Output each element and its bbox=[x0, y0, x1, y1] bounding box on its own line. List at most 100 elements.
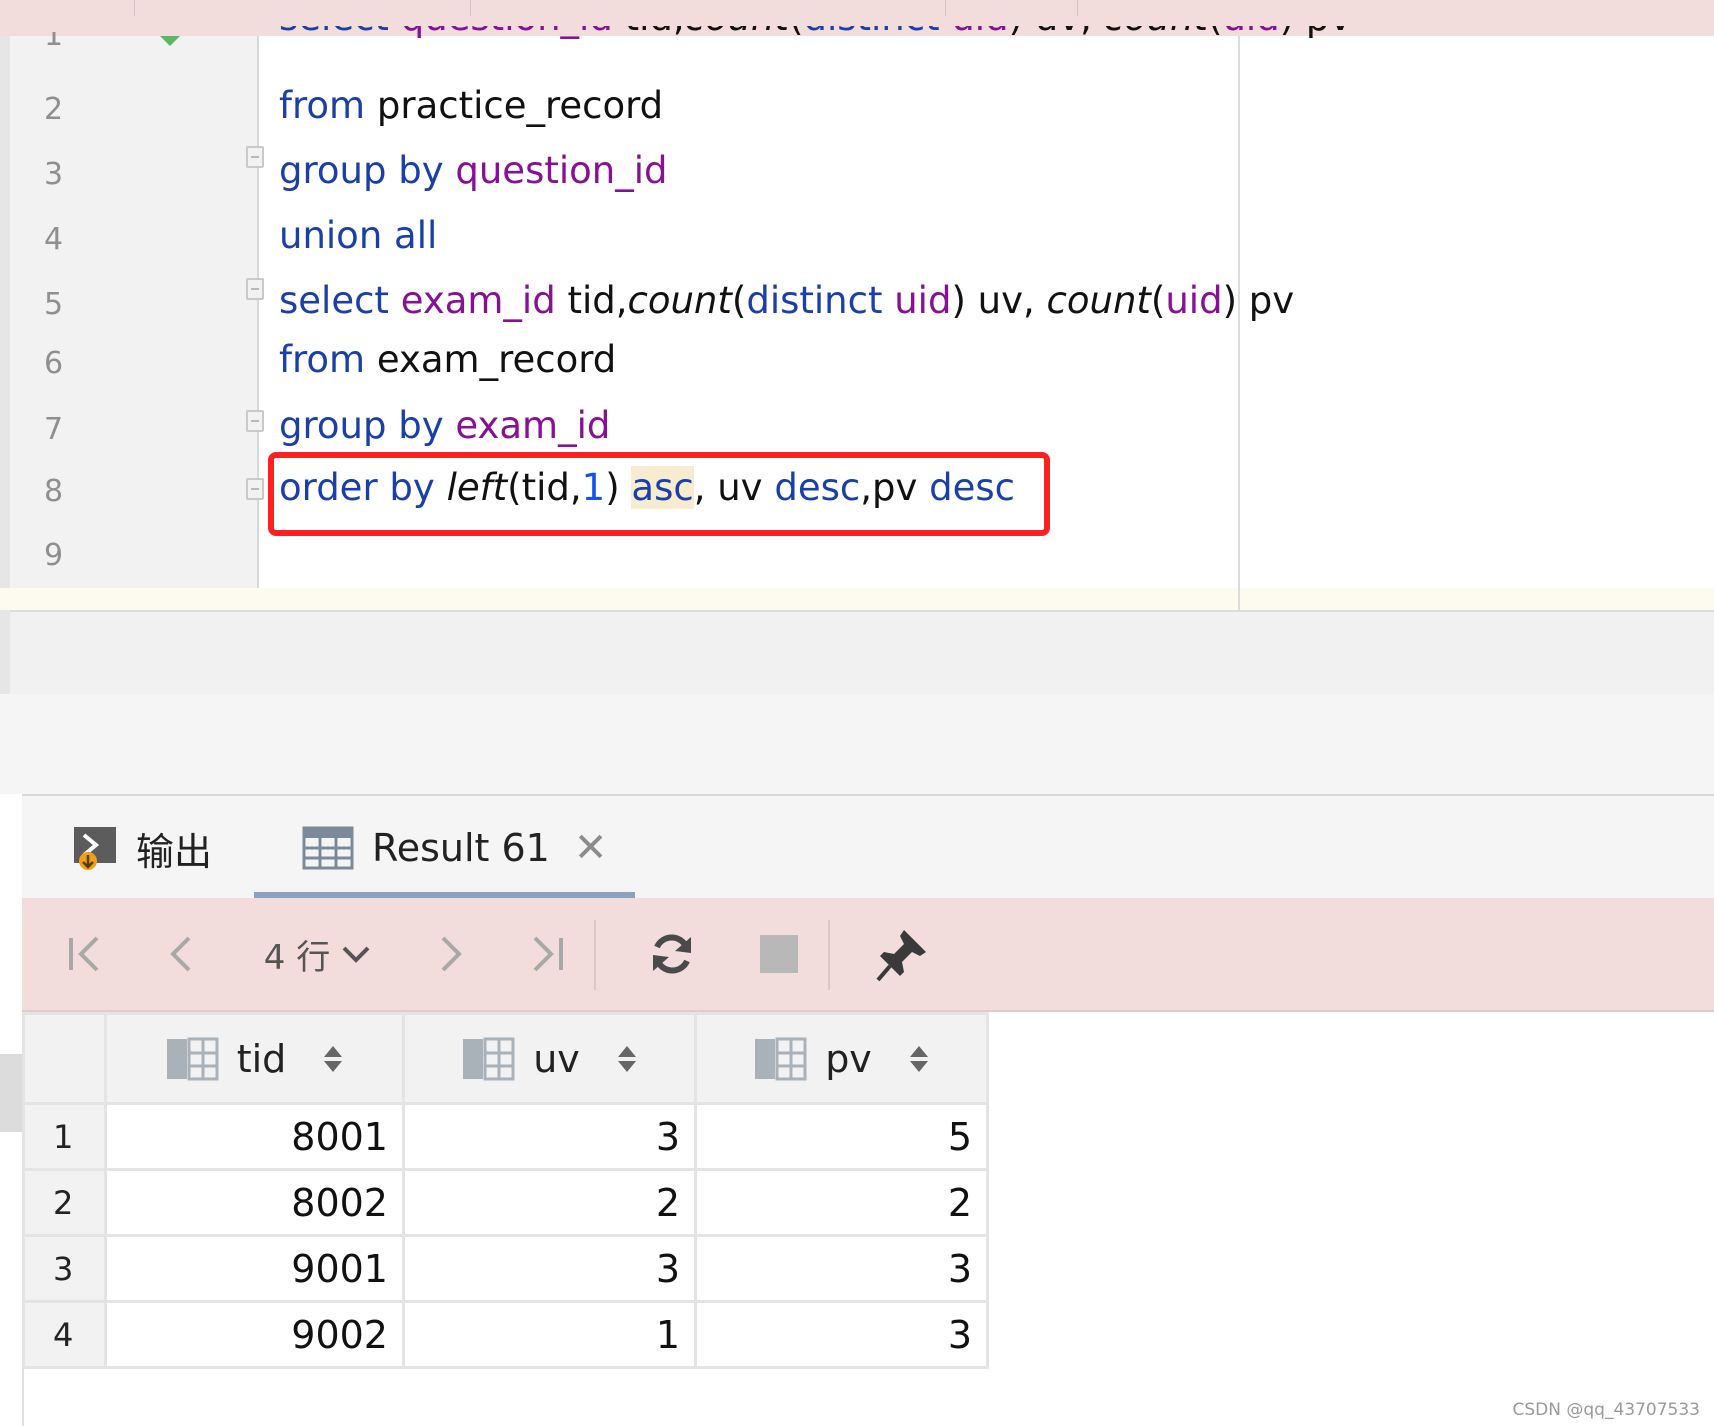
fold-marker-icon[interactable] bbox=[246, 278, 264, 300]
table-grid-icon bbox=[302, 826, 354, 870]
code-token: exam_record bbox=[376, 338, 617, 381]
code-token: question_id bbox=[455, 149, 668, 192]
cell-pv[interactable]: 3 bbox=[694, 1300, 989, 1369]
tab-result-61[interactable]: Result 61 ✕ bbox=[302, 796, 607, 900]
toolbar-separator bbox=[828, 920, 830, 990]
stop-button[interactable] bbox=[744, 898, 814, 1010]
stop-icon bbox=[760, 935, 798, 973]
code-token: tid, bbox=[555, 279, 628, 322]
code-token: union all bbox=[279, 214, 438, 257]
close-icon[interactable]: ✕ bbox=[574, 825, 608, 871]
first-page-icon bbox=[69, 936, 99, 972]
code-line[interactable]: from exam_record bbox=[279, 338, 616, 381]
rows-dropdown[interactable]: 4 行 bbox=[248, 898, 388, 1010]
column-header-uv[interactable]: uv bbox=[402, 1012, 697, 1105]
cell-uv[interactable]: 2 bbox=[402, 1168, 697, 1237]
line-number: 7 bbox=[44, 412, 64, 447]
fold-marker-icon[interactable] bbox=[246, 478, 264, 500]
code-line[interactable]: select exam_id tid,count(distinct uid) u… bbox=[279, 279, 1294, 322]
prev-page-button[interactable] bbox=[148, 898, 218, 1010]
code-line[interactable]: group by question_id bbox=[279, 149, 668, 192]
row-number: 4 bbox=[22, 1300, 107, 1369]
code-token: from bbox=[279, 338, 377, 381]
code-token: exam_id bbox=[455, 404, 611, 447]
fold-marker-icon[interactable] bbox=[246, 146, 264, 168]
code-token: distinct bbox=[746, 279, 895, 322]
code-token: from bbox=[279, 84, 377, 127]
cell-tid[interactable]: 9001 bbox=[104, 1234, 405, 1303]
output-console-icon bbox=[74, 827, 116, 870]
table-row[interactable]: 3 9001 3 3 bbox=[22, 1234, 989, 1303]
fold-marker-icon[interactable] bbox=[246, 410, 264, 432]
cell-tid[interactable]: 9002 bbox=[104, 1300, 405, 1369]
tab-output-label: 输出 bbox=[136, 829, 213, 874]
code-token: exam_id bbox=[400, 279, 556, 322]
tab-output[interactable]: 输出 bbox=[72, 796, 212, 900]
tab-result-label: Result 61 bbox=[372, 826, 550, 870]
line-number: 3 bbox=[44, 157, 64, 192]
code-token: select bbox=[279, 279, 401, 322]
sort-icon[interactable] bbox=[324, 1045, 343, 1072]
last-page-icon bbox=[533, 936, 563, 972]
rows-count-label: 4 行 bbox=[263, 937, 331, 978]
column-icon bbox=[755, 1037, 807, 1080]
next-page-icon bbox=[441, 936, 462, 972]
row-number: 2 bbox=[22, 1168, 107, 1237]
sort-icon[interactable] bbox=[909, 1045, 928, 1072]
cell-uv[interactable]: 3 bbox=[402, 1102, 697, 1171]
refresh-button[interactable] bbox=[634, 898, 710, 1010]
results-toolbar: 4 行 bbox=[22, 898, 1714, 1012]
cell-uv[interactable]: 1 bbox=[402, 1300, 697, 1369]
column-icon bbox=[166, 1037, 219, 1080]
run-marker-icon[interactable] bbox=[160, 36, 180, 46]
cell-uv[interactable]: 3 bbox=[402, 1234, 697, 1303]
code-token: ) pv bbox=[1222, 279, 1295, 322]
next-page-button[interactable] bbox=[414, 898, 484, 1010]
pin-icon bbox=[876, 930, 926, 982]
code-token: group by bbox=[279, 149, 456, 192]
row-number: 1 bbox=[22, 1102, 107, 1171]
line-number: 8 bbox=[44, 474, 64, 509]
column-header-pv[interactable]: pv bbox=[694, 1012, 989, 1105]
last-page-button[interactable] bbox=[512, 898, 582, 1010]
code-token: uid bbox=[1165, 279, 1223, 322]
cell-tid[interactable]: 8002 bbox=[104, 1168, 405, 1237]
line-number: 4 bbox=[44, 222, 64, 257]
panel-left-edge bbox=[0, 794, 24, 1426]
line-number: 6 bbox=[44, 346, 64, 381]
line-number: 2 bbox=[44, 92, 64, 127]
code-token: practice_record bbox=[376, 84, 664, 127]
table-row[interactable]: 4 9002 1 3 bbox=[22, 1300, 989, 1369]
column-header-label: tid bbox=[236, 1036, 287, 1081]
column-header-tid[interactable]: tid bbox=[104, 1012, 405, 1105]
line-number: 5 bbox=[44, 287, 64, 322]
code-token: count bbox=[627, 279, 732, 322]
code-token: uid bbox=[894, 279, 952, 322]
column-header-label: uv bbox=[533, 1036, 580, 1081]
table-row[interactable]: 1 8001 3 5 bbox=[22, 1102, 989, 1171]
table-row[interactable]: 2 8002 2 2 bbox=[22, 1168, 989, 1237]
toolbar-separator bbox=[594, 920, 596, 990]
pin-tab-button[interactable] bbox=[862, 898, 942, 1010]
cell-pv[interactable]: 3 bbox=[694, 1234, 989, 1303]
results-tab-bar: 输出 Result 61 ✕ bbox=[22, 794, 1714, 902]
code-line[interactable]: union all bbox=[279, 214, 437, 257]
first-page-button[interactable] bbox=[50, 898, 120, 1010]
right-margin-guide bbox=[1238, 36, 1240, 610]
row-number: 3 bbox=[22, 1234, 107, 1303]
cell-tid[interactable]: 8001 bbox=[104, 1102, 405, 1171]
column-icon bbox=[463, 1037, 515, 1080]
current-line-highlight bbox=[0, 588, 1714, 610]
sort-icon[interactable] bbox=[617, 1045, 636, 1072]
panel-splitter[interactable] bbox=[0, 694, 1714, 794]
code-line[interactable]: group by exam_id bbox=[279, 404, 610, 447]
refresh-icon bbox=[653, 934, 691, 974]
cell-pv[interactable]: 2 bbox=[694, 1168, 989, 1237]
code-line[interactable]: from practice_record bbox=[279, 84, 663, 127]
results-grid: tid uv pv 1 8001 3 5 2 8002 2 2 3 9001 3… bbox=[22, 1012, 989, 1369]
watermark: CSDN @qq_43707533 bbox=[1512, 1400, 1700, 1420]
order-by-highlight-box bbox=[268, 452, 1050, 536]
cell-pv[interactable]: 5 bbox=[694, 1102, 989, 1171]
column-header-label: pv bbox=[825, 1036, 872, 1081]
rows-dropdown-chevron-icon bbox=[342, 946, 370, 963]
